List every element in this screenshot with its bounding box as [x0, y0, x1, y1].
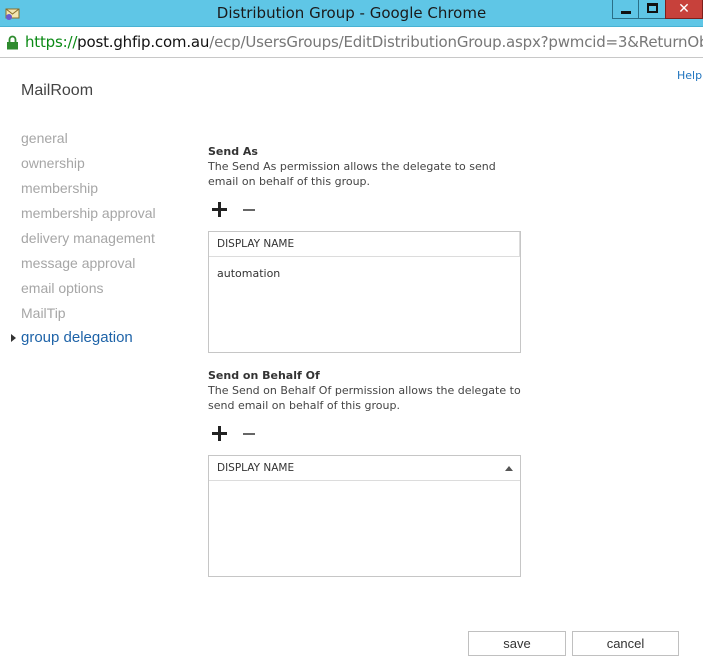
sort-ascending-icon: [505, 466, 513, 471]
maximize-button[interactable]: [638, 0, 665, 19]
nav-item-email-options[interactable]: email options: [21, 277, 156, 302]
column-header-label: DISPLAY NAME: [217, 238, 295, 250]
send-on-behalf-remove-button[interactable]: [240, 424, 260, 444]
minimize-icon: [621, 11, 631, 14]
nav-item-membership[interactable]: membership: [21, 177, 156, 202]
minus-icon: [243, 433, 255, 435]
address-bar[interactable]: https://post.ghfip.com.au/ecp/UsersGroup…: [0, 28, 703, 58]
nav-item-membership-approval[interactable]: membership approval: [21, 202, 156, 227]
send-as-title: Send As: [208, 145, 258, 158]
send-on-behalf-description: The Send on Behalf Of permission allows …: [208, 384, 521, 412]
sidebar-nav: general ownership membership membership …: [11, 127, 156, 352]
window-title: Distribution Group - Google Chrome: [216, 4, 487, 22]
send-on-behalf-title: Send on Behalf Of: [208, 369, 320, 382]
nav-item-general[interactable]: general: [21, 127, 156, 152]
maximize-icon: [647, 3, 658, 13]
send-on-behalf-grid: DISPLAY NAME: [208, 455, 521, 577]
send-as-column-header[interactable]: DISPLAY NAME: [209, 232, 520, 257]
nav-item-label: group delegation: [21, 329, 133, 346]
close-button[interactable]: ✕: [665, 0, 703, 19]
minus-icon: [243, 209, 255, 211]
url-text[interactable]: https://post.ghfip.com.au/ecp/UsersGroup…: [25, 33, 703, 51]
send-on-behalf-add-button[interactable]: [210, 424, 230, 444]
nav-item-ownership[interactable]: ownership: [21, 152, 156, 177]
send-on-behalf-section: Send on Behalf Of The Send on Behalf Of …: [208, 369, 528, 413]
nav-item-message-approval[interactable]: message approval: [21, 252, 156, 277]
selected-arrow-icon: [11, 334, 16, 342]
nav-item-delivery-management[interactable]: delivery management: [21, 227, 156, 252]
nav-item-group-delegation[interactable]: group delegation: [11, 327, 156, 352]
lock-icon: [7, 35, 18, 50]
url-scheme: https://: [25, 33, 78, 51]
close-icon: ✕: [678, 1, 690, 17]
help-link[interactable]: Help: [677, 69, 702, 82]
send-as-add-button[interactable]: [210, 200, 230, 220]
save-button[interactable]: save: [468, 631, 566, 656]
column-header-label: DISPLAY NAME: [217, 462, 295, 474]
minimize-button[interactable]: [612, 0, 638, 19]
send-on-behalf-column-header[interactable]: DISPLAY NAME: [209, 456, 520, 481]
send-as-grid: DISPLAY NAME automation: [208, 231, 521, 353]
send-as-description: The Send As permission allows the delega…: [208, 160, 496, 188]
window-titlebar[interactable]: Distribution Group - Google Chrome ✕: [0, 0, 703, 27]
send-as-section: Send As The Send As permission allows th…: [208, 145, 528, 189]
url-path: /ecp/UsersGroups/EditDistributionGroup.a…: [209, 33, 703, 51]
cancel-button[interactable]: cancel: [572, 631, 679, 656]
url-host: post.ghfip.com.au: [77, 33, 210, 51]
page-title: MailRoom: [21, 82, 94, 99]
send-as-remove-button[interactable]: [240, 200, 260, 220]
nav-item-mailtip[interactable]: MailTip: [21, 302, 156, 327]
send-as-row[interactable]: automation: [209, 257, 520, 280]
